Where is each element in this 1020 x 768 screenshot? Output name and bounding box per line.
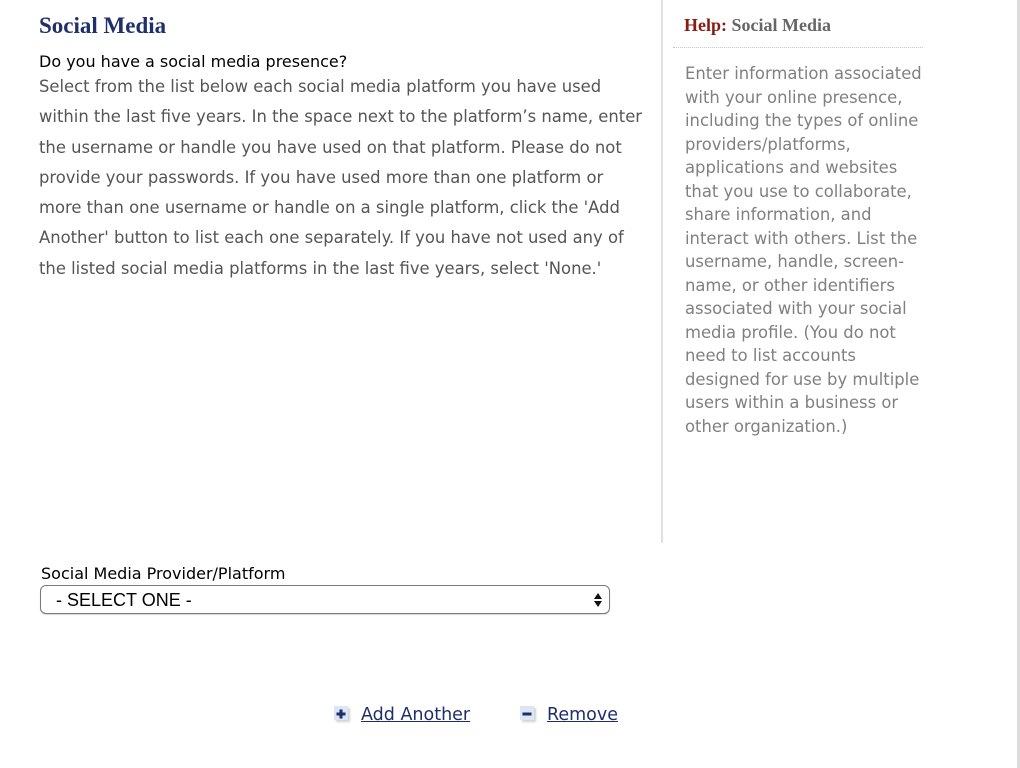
platform-select[interactable]: - SELECT ONE - [40, 585, 610, 614]
help-topic: Social Media [731, 15, 832, 35]
up-down-arrows-icon [593, 591, 603, 609]
help-prefix: Help: [684, 15, 727, 35]
platform-field-label: Social Media Provider/Platform [41, 564, 286, 583]
add-another-link[interactable]: Add Another [361, 703, 470, 727]
social-media-question: Do you have a social media presence? [39, 52, 348, 71]
platform-select-value: - SELECT ONE - [56, 590, 192, 610]
minus-icon [520, 706, 534, 720]
instructions-text: Select from the list below each social m… [39, 77, 643, 278]
plus-icon [334, 706, 348, 720]
section-title: Social Media [39, 13, 167, 38]
main-content: Social Media Do you have a social media … [39, 12, 644, 284]
help-body-text: Enter information associated with your o… [685, 64, 922, 436]
remove-link[interactable]: Remove [547, 703, 618, 727]
help-panel: Help: Social Media Enter information ass… [661, 0, 925, 543]
help-title: Help: Social Media [684, 14, 831, 36]
help-divider [673, 47, 923, 48]
